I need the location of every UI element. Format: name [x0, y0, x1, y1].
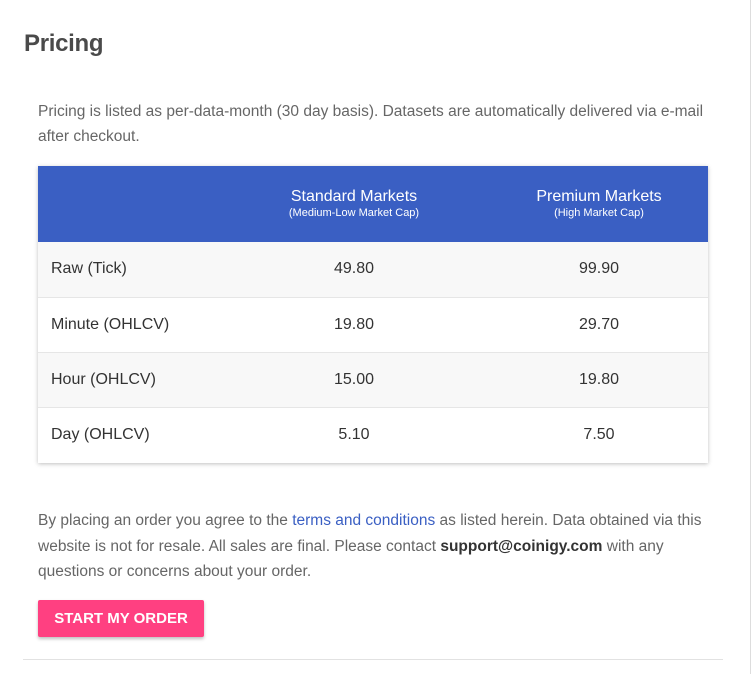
- premium-price: 7.50: [583, 425, 615, 443]
- section-divider: [23, 659, 723, 660]
- page-right-border: [750, 0, 751, 674]
- table-row: Minute (OHLCV) 19.80 29.70: [38, 297, 708, 352]
- standard-price: 5.10: [338, 425, 370, 443]
- premium-price: 99.90: [578, 260, 620, 278]
- premium-price: 29.70: [578, 315, 620, 333]
- row-label: Day (OHLCV): [51, 425, 150, 443]
- page-title: Pricing: [24, 30, 104, 57]
- support-email: support@coinigy.com: [440, 537, 603, 555]
- header-standard-subtitle: (Medium-Low Market Cap): [288, 207, 420, 219]
- standard-price: 15.00: [333, 370, 375, 388]
- standard-price: 49.80: [333, 260, 375, 278]
- row-label: Minute (OHLCV): [51, 315, 170, 333]
- header-premium-markets: Premium Markets (High Market Cap): [490, 166, 708, 242]
- start-order-button[interactable]: START MY ORDER: [38, 600, 204, 637]
- order-terms-text: By placing an order you agree to the ter…: [38, 512, 702, 580]
- table-row: Raw (Tick) 49.80 99.90: [38, 242, 708, 297]
- table-header-row: Standard Markets (Medium-Low Market Cap)…: [38, 166, 708, 242]
- header-premium-subtitle: (High Market Cap): [554, 207, 644, 219]
- pricing-table-card: Standard Markets (Medium-Low Market Cap)…: [38, 166, 708, 463]
- table-row: Day (OHLCV) 5.10 7.50: [38, 407, 708, 462]
- header-empty-cell: [38, 166, 218, 242]
- header-standard-title: Standard Markets: [290, 188, 418, 205]
- header-standard-markets: Standard Markets (Medium-Low Market Cap): [218, 166, 490, 242]
- table-row: Hour (OHLCV) 15.00 19.80: [38, 352, 708, 407]
- row-label: Raw (Tick): [51, 260, 127, 278]
- terms-link[interactable]: terms and conditions: [292, 512, 435, 529]
- premium-price: 19.80: [578, 370, 620, 388]
- pricing-table: Standard Markets (Medium-Low Market Cap)…: [38, 166, 708, 462]
- row-label: Hour (OHLCV): [51, 370, 156, 388]
- header-premium-title: Premium Markets: [536, 188, 662, 205]
- standard-price: 19.80: [333, 315, 375, 333]
- pricing-intro: Pricing is listed as per-data-month (30 …: [38, 103, 704, 145]
